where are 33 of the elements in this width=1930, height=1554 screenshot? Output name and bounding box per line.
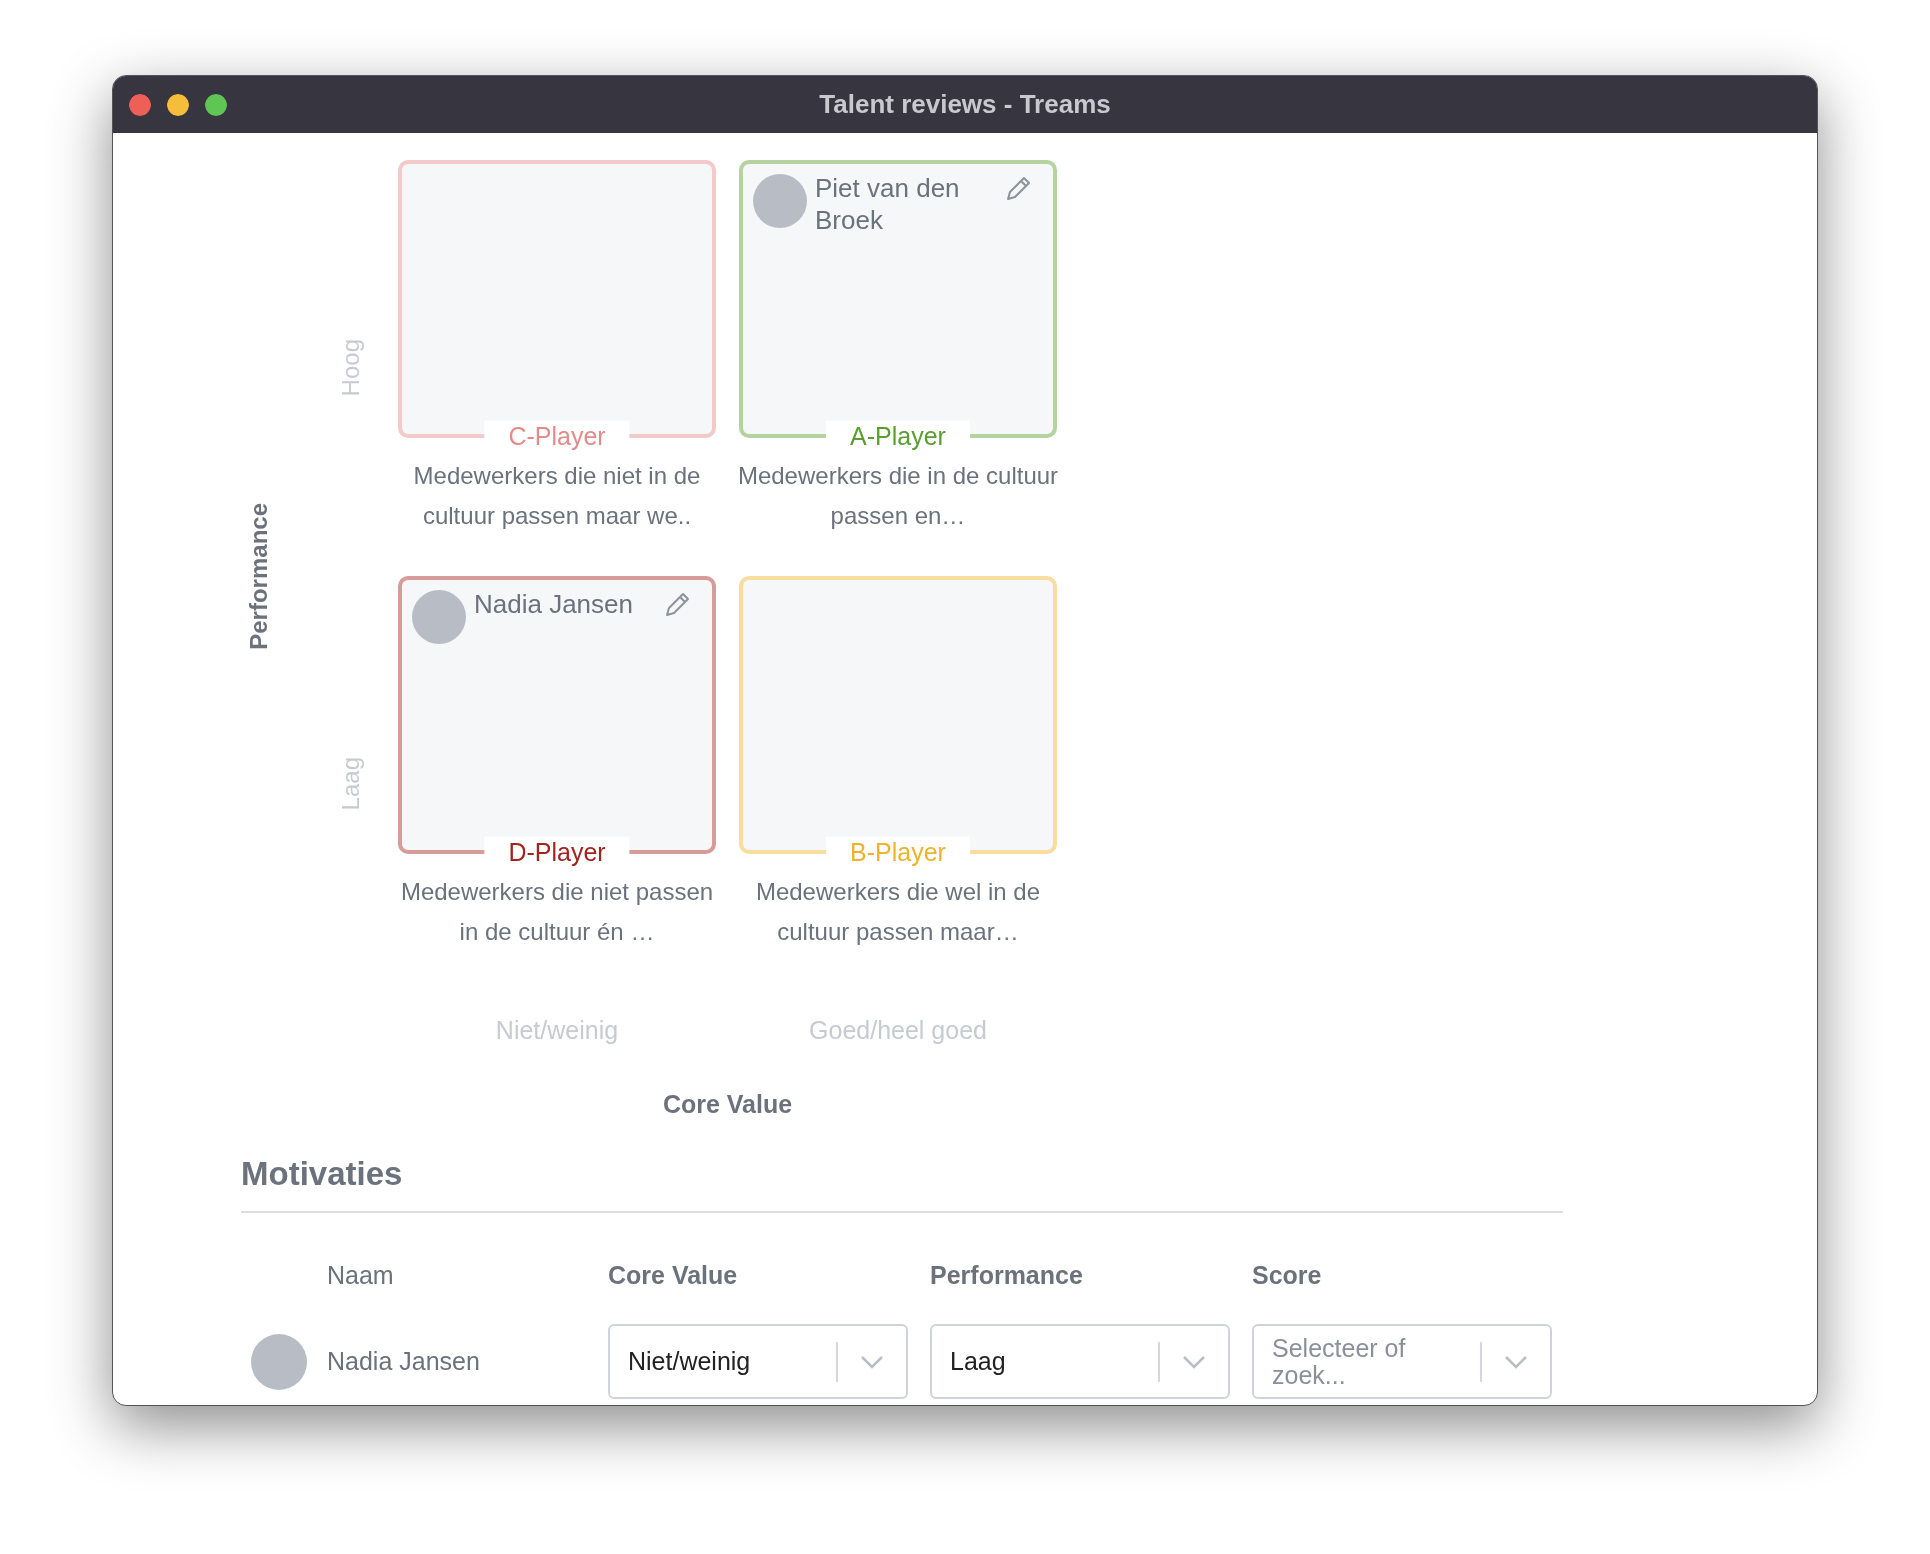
quadrant-label: A-Player (826, 420, 970, 451)
quadrant-description: Medewerkers die wel in de cultuur passen maar… (754, 877, 1042, 947)
axis-label: Hoog (336, 339, 365, 397)
chevron-icon[interactable] (1182, 1354, 1206, 1369)
chevron-icon[interactable] (860, 1354, 884, 1369)
person-name: Piet van den Broek (815, 172, 961, 236)
person-name: Nadia Jansen (474, 588, 634, 620)
quadrant-label: B-Player (826, 836, 970, 867)
section-title: Motivaties (241, 1154, 404, 1194)
column-header: Naam (327, 1260, 394, 1289)
quadrant-description: Medewerkers die niet in de cultuur passen maar we.. (412, 461, 702, 531)
quadrant-label: D-Player (484, 836, 630, 867)
maximize-icon[interactable] (205, 93, 227, 116)
select-field[interactable]: Laag (930, 1324, 1230, 1399)
quadrant-description: Medewerkers die niet passen in de cultuur én … (399, 877, 715, 947)
axis-label: Laag (336, 757, 365, 811)
column-header: Score (1252, 1260, 1322, 1289)
minimize-icon[interactable] (167, 93, 189, 116)
axis-label: Niet/weinig (494, 1015, 620, 1046)
avatar (412, 590, 466, 644)
chevron-icon[interactable] (1504, 1354, 1528, 1369)
axis-title: Core Value (662, 1089, 793, 1118)
window-title: Talent reviews - Treams (819, 88, 1111, 121)
column-header: Core Value (608, 1260, 738, 1289)
column-header: Performance (930, 1260, 1083, 1289)
close-icon[interactable] (129, 93, 151, 116)
axis-label: Goed/heel goed (808, 1015, 988, 1046)
select-field[interactable]: Niet/weinig (608, 1324, 908, 1399)
person-name: Nadia Jansen (327, 1345, 480, 1377)
avatar (753, 174, 807, 228)
axis-title: Performance (244, 502, 273, 650)
quadrant-label: C-Player (484, 420, 630, 451)
quadrant-description: Medewerkers die in de cultuur passen en… (736, 461, 1060, 531)
